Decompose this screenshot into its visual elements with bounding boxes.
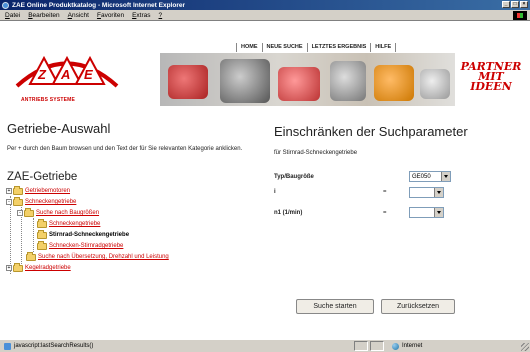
chevron-down-icon[interactable] (434, 208, 443, 217)
status-cell (354, 341, 368, 351)
tree-item[interactable]: Schneckengetriebe (37, 218, 100, 229)
menu-extras[interactable]: Extras (132, 12, 150, 19)
maximize-button[interactable]: □ (511, 1, 519, 8)
collapse-icon[interactable]: - (17, 210, 23, 216)
tree-item[interactable]: Schnecken-Stirnradgetriebe (37, 240, 123, 251)
reset-button[interactable]: Zurücksetzen (381, 299, 455, 314)
typ-select[interactable]: GE050 (409, 171, 451, 182)
param-eq-i: = (383, 189, 387, 195)
typ-select-value: GE050 (412, 173, 431, 180)
chevron-down-icon[interactable] (441, 172, 450, 181)
param-label-n1: n1 (1/min) (274, 210, 303, 216)
windows-logo-icon (513, 11, 527, 20)
status-cell (370, 341, 384, 351)
expand-icon[interactable]: + (6, 265, 12, 271)
status-bar: javascript:lastSearchResults() Internet (0, 339, 530, 352)
menu-ansicht[interactable]: Ansicht (68, 12, 89, 19)
param-eq-n1: = (383, 210, 387, 216)
svg-text:E: E (84, 67, 93, 82)
globe-icon (392, 342, 399, 350)
nav-last-result[interactable]: LETZTES ERGEBNIS (308, 43, 372, 52)
window-titlebar: ZAE Online Produktkatalog - Microsoft In… (0, 0, 530, 10)
tree-item[interactable]: - Schneckengetriebe (6, 196, 76, 207)
tree-item[interactable]: + Kegelradgetriebe (6, 262, 71, 273)
chevron-down-icon[interactable] (434, 188, 443, 197)
intro-text: Per + durch den Baum browsen und den Tex… (7, 146, 243, 152)
motor-image (374, 65, 414, 101)
search-button[interactable]: Suche starten (296, 299, 374, 314)
shaft-image (330, 61, 366, 101)
svg-text:A: A (60, 67, 70, 82)
folder-icon (26, 251, 36, 261)
param-label-i: i (274, 189, 276, 195)
tree-link[interactable]: Kegelradgetriebe (25, 265, 71, 271)
folder-open-icon (24, 207, 34, 217)
menu-bar: Datei Bearbeiten Ansicht Favoriten Extra… (0, 10, 530, 21)
tree-link[interactable]: Suche nach Baugrößen (36, 210, 99, 216)
menu-favoriten[interactable]: Favoriten (97, 12, 124, 19)
tree-link[interactable]: Suche nach Übersetzung, Drehzahl und Lei… (38, 254, 169, 260)
folder-icon (37, 229, 47, 239)
menu-datei[interactable]: Datei (5, 12, 20, 19)
collapse-icon[interactable]: - (6, 199, 12, 205)
folder-icon (37, 240, 47, 250)
tree-link[interactable]: Getriebemotoren (25, 188, 70, 194)
ie-app-icon (2, 1, 9, 9)
tree-item[interactable]: Stirnrad-Schneckengetriebe (37, 229, 129, 240)
gear-image (220, 59, 270, 103)
logo-caption: ANTRIEBS SYSTEME (21, 97, 76, 103)
folder-icon (13, 185, 23, 195)
nav-home[interactable]: HOME (236, 43, 263, 52)
folder-open-icon (13, 196, 23, 206)
minimize-button[interactable]: _ (502, 1, 510, 8)
nav-help[interactable]: HILFE (371, 43, 397, 52)
folder-icon (13, 262, 23, 272)
zae-logo[interactable]: Z A E ANTRIEBS SYSTEME (7, 44, 130, 109)
window-title: ZAE Online Produktkatalog - Microsoft In… (12, 1, 185, 9)
bearing-image (420, 69, 450, 99)
tree-active-item[interactable]: Stirnrad-Schneckengetriebe (49, 232, 129, 238)
tree-link[interactable]: Schneckengetriebe (49, 221, 100, 227)
zone-label: Internet (402, 343, 423, 349)
menu-bearbeiten[interactable]: Bearbeiten (28, 12, 59, 19)
filter-subtitle: für Stirnrad-Schneckengetriebe (274, 150, 358, 156)
tree-link[interactable]: Schneckengetriebe (25, 199, 76, 205)
motto: PARTNER MIT IDEEN (460, 60, 522, 93)
n1-select[interactable] (409, 207, 444, 218)
svg-text:Z: Z (37, 67, 47, 82)
tree-title: ZAE-Getriebe (7, 171, 78, 183)
page-title: Getriebe-Auswahl (7, 121, 111, 136)
status-text: javascript:lastSearchResults() (14, 343, 94, 349)
tree-link[interactable]: Schnecken-Stirnradgetriebe (49, 243, 123, 249)
tree-item[interactable]: Suche nach Übersetzung, Drehzahl und Lei… (26, 251, 169, 262)
zae-logo-graphic: Z A E (15, 55, 119, 88)
menu-help[interactable]: ? (159, 12, 163, 19)
window-controls: _ □ × (502, 1, 528, 8)
tree-item[interactable]: + Getriebemotoren (6, 185, 70, 196)
gear-motor-image (168, 65, 208, 99)
nav-new-search[interactable]: NEUE SUCHE (263, 43, 308, 52)
page-icon (4, 342, 11, 350)
security-zone: Internet (392, 342, 423, 350)
close-button[interactable]: × (520, 1, 528, 8)
gearbox-image (278, 67, 320, 101)
i-select[interactable] (409, 187, 444, 198)
product-banner (160, 53, 455, 106)
top-navigation: HOME NEUE SUCHE LETZTES ERGEBNIS HILFE (236, 43, 397, 52)
folder-icon (37, 218, 47, 228)
resize-grip[interactable] (521, 343, 529, 351)
expand-icon[interactable]: + (6, 188, 12, 194)
param-label-typ: Typ/Baugröße (274, 174, 314, 180)
tree-item[interactable]: - Suche nach Baugrößen (17, 207, 99, 218)
filter-title: Einschränken der Suchparameter (274, 124, 468, 139)
tree-connector (33, 218, 34, 252)
